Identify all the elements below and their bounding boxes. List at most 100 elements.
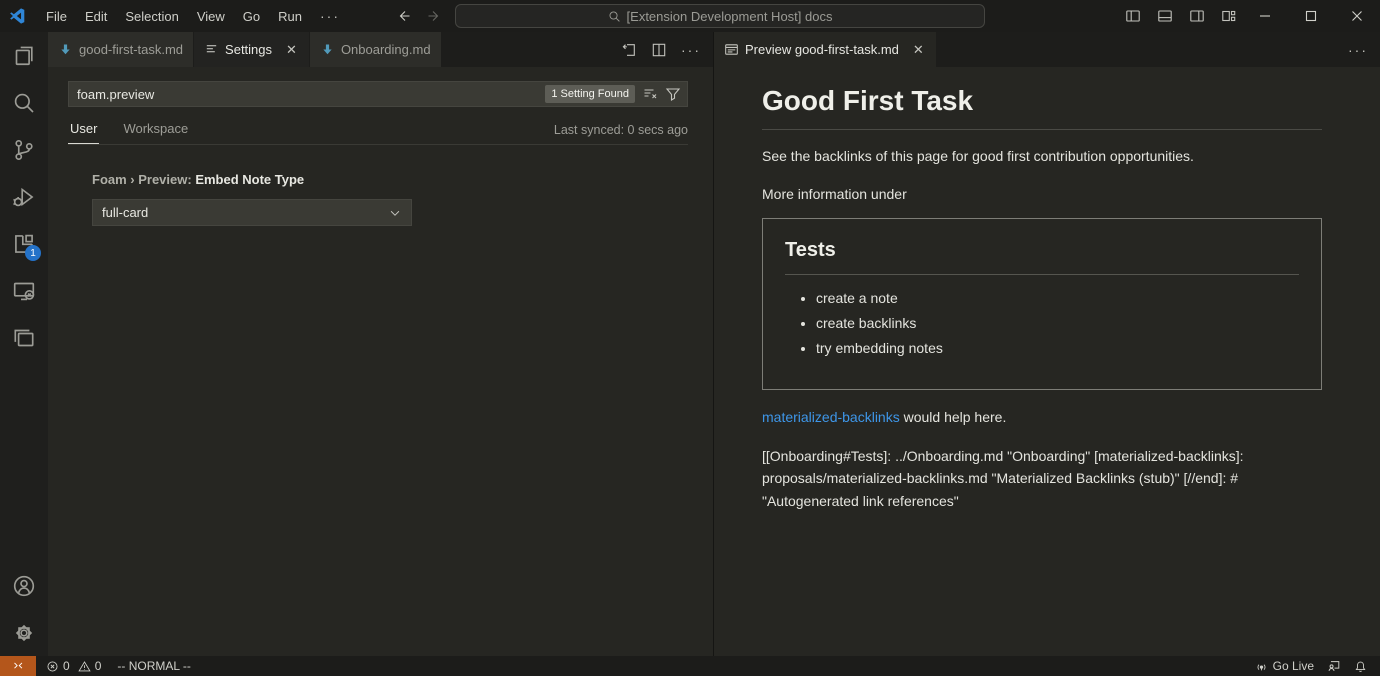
embedded-note-list: create a note create backlinks try embed… xyxy=(785,290,1299,356)
preview-paragraph: More information under xyxy=(762,186,1322,202)
list-item: create backlinks xyxy=(816,315,1299,331)
error-count: 0 xyxy=(63,659,70,673)
tab-label: good-first-task.md xyxy=(79,42,183,57)
settings-editor: 1 Setting Found User Workspace Last sync… xyxy=(48,67,713,656)
source-control-icon[interactable] xyxy=(0,126,48,173)
editor-actions-left: ··· xyxy=(621,32,713,67)
forward-arrow-icon[interactable] xyxy=(426,8,442,24)
close-window-button[interactable] xyxy=(1334,0,1380,32)
extensions-icon[interactable]: 1 xyxy=(0,220,48,267)
editor-group-right: Preview good-first-task.md ✕ ··· Good Fi… xyxy=(714,32,1380,656)
settings-search-input[interactable] xyxy=(69,82,545,106)
history-nav xyxy=(396,8,442,24)
toggle-sidebar-icon[interactable] xyxy=(1122,5,1144,27)
title-bar: File Edit Selection View Go Run ··· [Ext… xyxy=(0,0,1380,32)
run-debug-icon[interactable] xyxy=(0,173,48,220)
tab-label: Settings xyxy=(225,42,272,57)
live-share-icon[interactable] xyxy=(1327,659,1341,673)
menu-bar: File Edit Selection View Go Run ··· xyxy=(37,4,349,28)
vscode-window: File Edit Selection View Go Run ··· [Ext… xyxy=(0,0,1380,676)
remote-indicator[interactable] xyxy=(0,656,36,676)
scope-tab-workspace[interactable]: Workspace xyxy=(121,121,190,144)
go-live-label: Go Live xyxy=(1273,659,1314,673)
go-live-button[interactable]: Go Live xyxy=(1255,659,1314,673)
settings-search-box: 1 Setting Found xyxy=(68,81,688,107)
back-arrow-icon[interactable] xyxy=(396,8,412,24)
tab-bar-right: Preview good-first-task.md ✕ ··· xyxy=(714,32,1380,67)
tab-preview-good-first-task[interactable]: Preview good-first-task.md ✕ xyxy=(714,32,937,67)
settings-found-badge: 1 Setting Found xyxy=(545,85,635,103)
setting-label: Foam › Preview: Embed Note Type xyxy=(92,172,688,187)
problems-indicator[interactable]: 0 0 xyxy=(46,659,101,673)
chevron-down-icon xyxy=(388,206,402,220)
materialized-backlinks-link[interactable]: materialized-backlinks xyxy=(762,409,900,425)
open-settings-json-icon[interactable] xyxy=(621,42,637,58)
editor-windows-icon[interactable] xyxy=(0,314,48,361)
editor-actions-right: ··· xyxy=(1348,32,1380,67)
editor-group-left: good-first-task.md Settings ✕ Onboarding… xyxy=(48,32,714,656)
markdown-preview: Good First Task See the backlinks of thi… xyxy=(714,67,1380,656)
link-suffix: would help here. xyxy=(900,409,1007,425)
close-tab-icon[interactable]: ✕ xyxy=(284,42,299,58)
markdown-preview-icon xyxy=(724,42,739,57)
embed-note-type-select[interactable]: full-card xyxy=(92,199,412,226)
preview-title: Good First Task xyxy=(762,85,1322,130)
tab-label: Onboarding.md xyxy=(341,42,431,57)
tab-good-first-task[interactable]: good-first-task.md xyxy=(48,32,194,67)
status-bar-right: Go Live xyxy=(1255,659,1380,673)
tab-onboarding[interactable]: Onboarding.md xyxy=(310,32,442,67)
list-item: create a note xyxy=(816,290,1299,306)
activity-bar: 1 xyxy=(0,32,48,656)
menu-view[interactable]: View xyxy=(188,5,234,28)
close-tab-icon[interactable]: ✕ xyxy=(911,42,926,58)
tab-settings[interactable]: Settings ✕ xyxy=(194,32,310,67)
filter-settings-icon[interactable] xyxy=(665,86,681,102)
more-actions-icon[interactable]: ··· xyxy=(681,42,701,58)
settings-editor-icon xyxy=(204,42,219,57)
tab-label: Preview good-first-task.md xyxy=(745,42,899,57)
markdown-file-icon xyxy=(320,42,335,57)
settings-gear-icon[interactable] xyxy=(0,609,48,656)
search-tools: 1 Setting Found xyxy=(545,85,687,103)
setting-category: Foam › Preview: xyxy=(92,172,195,187)
last-synced-label: Last synced: 0 secs ago xyxy=(554,123,688,144)
warning-count: 0 xyxy=(95,659,102,673)
select-value: full-card xyxy=(102,205,148,220)
menu-edit[interactable]: Edit xyxy=(76,5,116,28)
toggle-secondary-sidebar-icon[interactable] xyxy=(1186,5,1208,27)
preview-paragraph: See the backlinks of this page for good … xyxy=(762,148,1322,164)
split-editor-icon[interactable] xyxy=(651,42,667,58)
menu-run[interactable]: Run xyxy=(269,5,311,28)
vim-mode-indicator[interactable]: -- NORMAL -- xyxy=(117,659,191,673)
status-bar: 0 0 -- NORMAL -- Go Live xyxy=(0,656,1380,676)
minimize-button[interactable] xyxy=(1242,0,1288,32)
scope-tab-user[interactable]: User xyxy=(68,121,99,144)
search-icon xyxy=(608,10,621,23)
link-references-paragraph: [[Onboarding#Tests]: ../Onboarding.md "O… xyxy=(762,445,1322,512)
toggle-panel-icon[interactable] xyxy=(1154,5,1176,27)
settings-scope-tabs: User Workspace Last synced: 0 secs ago xyxy=(68,119,688,145)
extensions-badge: 1 xyxy=(25,245,41,261)
tab-bar-left: good-first-task.md Settings ✕ Onboarding… xyxy=(48,32,713,67)
menu-go[interactable]: Go xyxy=(234,5,269,28)
notifications-bell-icon[interactable] xyxy=(1354,660,1367,673)
markdown-file-icon xyxy=(58,42,73,57)
command-center[interactable]: [Extension Development Host] docs xyxy=(455,4,985,28)
preview-paragraph: materialized-backlinks would help here. xyxy=(762,409,1322,425)
setting-name: Embed Note Type xyxy=(195,172,304,187)
embedded-note-title: Tests xyxy=(785,239,1299,275)
accounts-icon[interactable] xyxy=(0,562,48,609)
layout-controls xyxy=(1122,5,1240,27)
menu-selection[interactable]: Selection xyxy=(116,5,187,28)
menu-more[interactable]: ··· xyxy=(311,4,349,28)
vscode-logo-icon xyxy=(9,7,27,25)
maximize-button[interactable] xyxy=(1288,0,1334,32)
list-item: try embedding notes xyxy=(816,340,1299,356)
remote-explorer-icon[interactable] xyxy=(0,267,48,314)
explorer-icon[interactable] xyxy=(0,32,48,79)
more-actions-icon[interactable]: ··· xyxy=(1348,42,1368,58)
customize-layout-icon[interactable] xyxy=(1218,5,1240,27)
search-sidebar-icon[interactable] xyxy=(0,79,48,126)
clear-search-filters-icon[interactable] xyxy=(642,86,658,102)
menu-file[interactable]: File xyxy=(37,5,76,28)
